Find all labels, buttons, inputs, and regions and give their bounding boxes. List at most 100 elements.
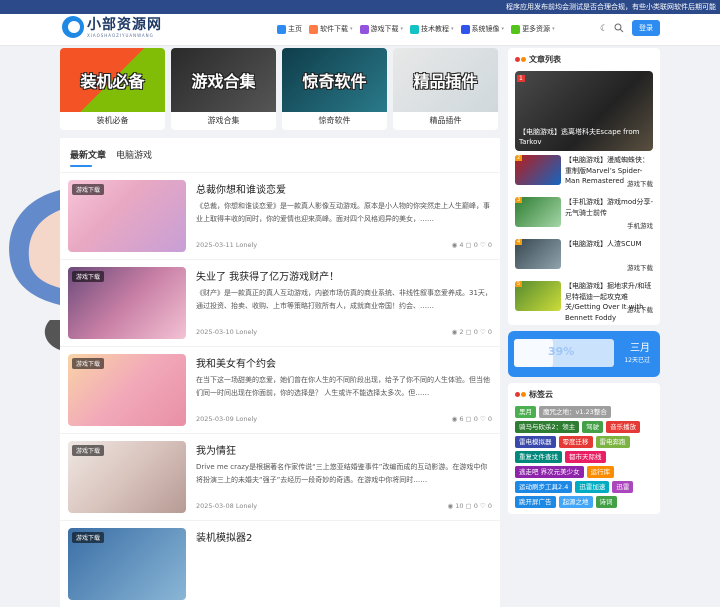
tag-item[interactable]: 雷电奔跑 xyxy=(595,436,630,448)
month-name: 三月 xyxy=(630,343,650,354)
rank-badge: 4 xyxy=(515,239,523,245)
chevron-down-icon: ▾ xyxy=(400,26,404,32)
nav-label: 软件下载 xyxy=(320,25,348,33)
post-meta: 2025-03-11 Lonely xyxy=(196,241,258,249)
post-thumbnail[interactable]: 游戏下载 xyxy=(68,528,186,600)
post-item[interactable]: 游戏下载 总裁你想和谁谈恋爱 《总裁，你想和谁谈恋爱》是一款真人影像互动游戏。原本是… xyxy=(60,172,500,259)
sidebar-article[interactable]: 2 【电脑游戏】漫威蜘蛛侠：重制版Marvel’s Spider-Man Rema… xyxy=(515,155,653,193)
sidebar-article[interactable]: 3 【手机游戏】游戏mod分享-元气骑士前传 手机游戏 xyxy=(515,197,653,235)
article-category: 游戏下载 xyxy=(627,180,653,188)
article-title[interactable]: 【电脑游戏】掘地求升/和班尼特福迪一起攻克难关/Getting Over It … xyxy=(565,281,655,323)
category-image: 精品插件 xyxy=(393,48,498,112)
nav-label: 主页 xyxy=(288,25,302,33)
tag-item[interactable]: 重复文件查找 xyxy=(515,451,562,463)
tag-cloud: 黑月 魔咒之地：v1.23整合骑马与砍杀2：领主 驾驶 音乐播放雷电模拟器 零度迁移 雷电… xyxy=(515,406,653,508)
sidebar-article[interactable]: 5 【电脑游戏】掘地求升/和班尼特福迪一起攻克难关/Getting Over It… xyxy=(515,281,653,322)
category-badge: 游戏下载 xyxy=(72,358,105,369)
tag-item[interactable]: 诗词 xyxy=(595,496,617,508)
nav-icon xyxy=(511,24,521,34)
tag-item[interactable]: 黑月 xyxy=(515,406,536,418)
search-icon[interactable] xyxy=(614,23,624,33)
post-title[interactable]: 总裁你想和谁谈恋爱 xyxy=(196,181,286,196)
month-percent: 39% xyxy=(548,345,575,358)
tag-item[interactable]: 起源之地 xyxy=(558,496,593,508)
post-title[interactable]: 失业了 我获得了亿万游戏财产！ xyxy=(196,268,339,283)
post-excerpt xyxy=(196,548,494,586)
tag-item[interactable]: 雷电模拟器 xyxy=(515,436,556,448)
post-thumbnail[interactable]: 游戏下载 xyxy=(68,354,186,426)
article-thumbnail: 5 xyxy=(515,281,561,311)
post-title[interactable]: 装机模拟器2 xyxy=(196,529,252,544)
login-button[interactable]: 登录 xyxy=(632,20,660,36)
nav-item-3[interactable]: 技术教程 ▾ xyxy=(410,21,454,37)
featured-title: 【电脑游戏】逃离塔科夫Escape from Tarkov xyxy=(519,128,640,146)
nav-label: 游戏下载 xyxy=(370,25,399,33)
post-item[interactable]: 游戏下载 我和美女有个约会 在当下这一场甜美的恋爱，她们曾在你人生的不同阶段出现，给… xyxy=(60,346,500,433)
rank-badge: 3 xyxy=(515,197,523,203)
chevron-down-icon: ▾ xyxy=(451,26,454,32)
nav-item-2[interactable]: 游戏下载 ▾ xyxy=(359,21,404,37)
main-nav: 主页 软件下载 ▾ 游戏下载 ▾ 技术教程 ▾ 系统镜像 ▾ 更多资源 ▾ xyxy=(277,21,555,37)
tag-item[interactable]: 运动刷步工具2.4 xyxy=(515,481,573,493)
category-card[interactable]: 装机必备 装机必备 xyxy=(60,48,165,130)
sidebar-article[interactable]: 4 【电脑游戏】人渣SCUM 游戏下载 xyxy=(515,239,653,277)
tab-latest[interactable]: 最新文章 xyxy=(70,148,106,161)
tag-cloud-widget: 标签云 黑月 魔咒之地：v1.23整合骑马与砍杀2：领主 驾驶 音乐播放雷电模拟器 零度… xyxy=(508,383,660,514)
tag-item[interactable]: 骑马与砍杀2：领主 xyxy=(515,421,580,433)
month-progress: 39% 三月 12天已过 xyxy=(508,331,660,377)
nav-item-4[interactable]: 系统镜像 ▾ xyxy=(460,21,504,37)
article-title[interactable]: 【电脑游戏】人渣SCUM xyxy=(565,239,655,250)
widget-dots-icon xyxy=(515,392,526,397)
tab-pc-games[interactable]: 电脑游戏 xyxy=(116,148,152,161)
mascot-illustration xyxy=(9,190,60,350)
main-content: 装机必备 装机必备 游戏合集 游戏合集 惊奇软件 惊奇软件 精品插件 精品插件 最新文章 电脑… xyxy=(60,48,500,607)
post-excerpt: Drive me crazy是根据著名作家传说“三上悠亚结婚鉴事件”改编而成的互… xyxy=(196,463,488,484)
tag-item[interactable]: 逃走吧 界次元美少女 xyxy=(515,466,584,478)
tab-active-indicator xyxy=(70,165,92,167)
post-item[interactable]: 游戏下载 装机模拟器2 xyxy=(60,520,500,607)
tag-item[interactable]: 运行库 xyxy=(586,466,615,478)
announcement-ticker: 程序应用发布前均会测试是否合理合规，有些小类联网软件后期可能 xyxy=(0,0,720,14)
nav-item-0[interactable]: 主页 xyxy=(277,21,302,37)
category-card[interactable]: 游戏合集 游戏合集 xyxy=(171,48,276,130)
category-label: 装机必备 xyxy=(96,116,129,125)
post-item[interactable]: 游戏下载 我为情狂 Drive me crazy是根据著名作家传说“三上悠亚结婚鉴事… xyxy=(60,433,500,520)
article-title[interactable]: 【手机游戏】游戏mod分享-元气骑士前传 xyxy=(565,197,655,218)
article-thumbnail: 3 xyxy=(515,197,561,227)
category-label: 游戏合集 xyxy=(207,116,240,125)
tag-item[interactable]: 迅雷加速 xyxy=(575,481,610,493)
post-tabs: 最新文章 电脑游戏 xyxy=(60,138,500,172)
nav-item-5[interactable]: 更多资源 ▾ xyxy=(511,21,555,37)
tag-item[interactable]: 驾驶 xyxy=(582,421,604,433)
tag-item[interactable]: 音乐播放 xyxy=(606,421,641,433)
category-card[interactable]: 惊奇软件 惊奇软件 xyxy=(282,48,387,130)
sidebar: 文章列表 1 【电脑游戏】逃离塔科夫Escape from Tarkov 2 【电… xyxy=(508,48,660,514)
featured-article[interactable]: 1 【电脑游戏】逃离塔科夫Escape from Tarkov xyxy=(515,71,653,151)
nav-icon xyxy=(460,24,470,34)
site-header: 小部资源网 XIAOSHAOZIYUANWANG 主页 软件下载 ▾ 游戏下载 ▾ 技术教… xyxy=(0,14,720,46)
post-thumbnail[interactable]: 游戏下载 xyxy=(68,441,186,513)
site-logo[interactable]: 小部资源网 XIAOSHAOZIYUANWANG xyxy=(62,16,162,38)
post-excerpt: 《财产》是一款真正的真人互动游戏，内嵌市场仿真的商业系统、非线性叙事恋爱养成。3… xyxy=(196,289,492,310)
tag-item[interactable]: 迅雷 xyxy=(612,481,634,493)
post-title[interactable]: 我和美女有个约会 xyxy=(196,355,276,370)
category-card[interactable]: 精品插件 精品插件 xyxy=(393,48,498,130)
dark-mode-icon[interactable]: ☾ xyxy=(600,24,608,34)
tag-item[interactable]: 都市天际线 xyxy=(565,451,606,463)
tag-item[interactable]: 魔咒之地：v1.23整合 xyxy=(539,406,611,418)
post-thumbnail[interactable]: 游戏下载 xyxy=(68,180,186,252)
post-thumbnail[interactable]: 游戏下载 xyxy=(68,267,186,339)
nav-label: 技术教程 xyxy=(421,25,450,33)
post-title[interactable]: 我为情狂 xyxy=(196,442,236,457)
post-item[interactable]: 游戏下载 失业了 我获得了亿万游戏财产！ 《财产》是一款真正的真人互动游戏，内嵌市场… xyxy=(60,259,500,346)
nav-item-1[interactable]: 软件下载 ▾ xyxy=(309,21,353,37)
article-thumbnail: 4 xyxy=(515,239,561,269)
post-meta: 2025-03-09 Lonely xyxy=(196,415,258,423)
article-category: 游戏下载 xyxy=(627,264,653,272)
tag-item[interactable]: 跳开屏广告 xyxy=(515,496,556,508)
post-stats: ◉ 10 ▢ 0 ♡ 0 xyxy=(447,502,492,510)
rank-badge: 1 xyxy=(517,75,525,82)
widget-title: 标签云 xyxy=(529,390,553,399)
tag-item[interactable]: 零度迁移 xyxy=(558,436,593,448)
category-image: 装机必备 xyxy=(60,48,165,112)
